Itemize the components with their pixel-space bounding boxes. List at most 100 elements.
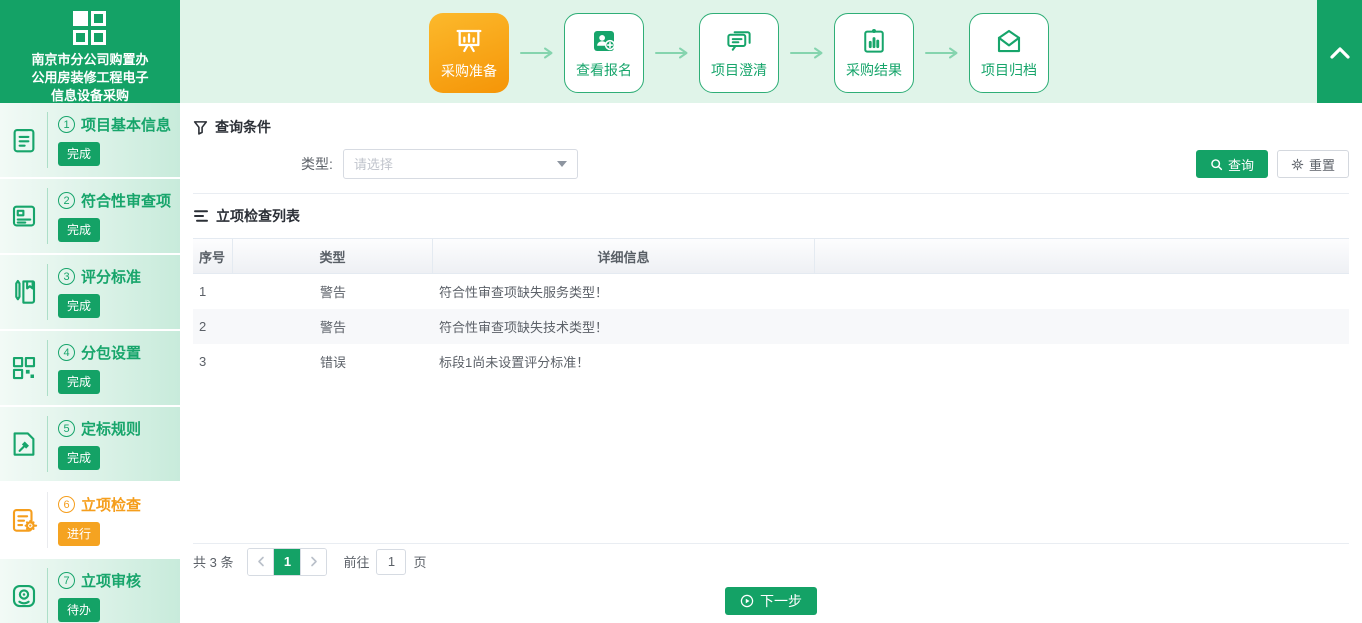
- table-row[interactable]: 1 警告 符合性审查项缺失服务类型！: [193, 274, 1349, 309]
- sidebar-item-project-check[interactable]: 6 立项检查 进行: [0, 483, 180, 557]
- status-badge: 完成: [58, 294, 100, 318]
- step-project-clarify[interactable]: 项目澄清: [699, 13, 779, 93]
- person-add-icon: [589, 26, 619, 56]
- list-section-title: 立项检查列表: [216, 206, 300, 226]
- collapse-header-button[interactable]: [1317, 0, 1362, 103]
- project-title: 南京市分公司购置办 公用房装修工程电子 信息设备采购: [0, 51, 180, 105]
- gear-icon: [1291, 158, 1304, 171]
- sidebar-item-package-settings[interactable]: 4 分包设置 完成: [0, 331, 180, 405]
- step-view-registration[interactable]: 查看报名: [564, 13, 644, 93]
- goto-label: 前往: [343, 552, 369, 571]
- table-row[interactable]: 3 错误 标段1尚未设置评分标准！: [193, 344, 1349, 379]
- cell-type: 警告: [233, 274, 433, 309]
- column-header-empty: [815, 239, 1349, 273]
- step-project-archive[interactable]: 项目归档: [969, 13, 1049, 93]
- step-number: 1: [58, 116, 75, 133]
- step-number: 2: [58, 192, 75, 209]
- sidebar-item-label: 立项审核: [81, 570, 141, 591]
- cell-no: 3: [193, 344, 233, 379]
- arrow-right-icon: [509, 46, 564, 60]
- cell-detail: 标段1尚未设置评分标准！: [433, 344, 815, 379]
- prev-page-button[interactable]: [248, 549, 274, 575]
- step-number: 6: [58, 496, 75, 513]
- check-list-section: 立项检查列表 序号 类型 详细信息 1 警告 符合性审查项缺失服务类型！: [193, 194, 1349, 579]
- qr-grid-icon: [0, 353, 47, 383]
- next-page-button[interactable]: [300, 549, 326, 575]
- column-header-detail: 详细信息: [433, 239, 815, 273]
- status-badge: 完成: [58, 142, 100, 166]
- chevron-up-icon: [1329, 44, 1351, 60]
- next-step-button[interactable]: 下一步: [725, 587, 817, 615]
- cell-detail: 符合性审查项缺失服务类型！: [433, 274, 815, 309]
- cell-no: 2: [193, 309, 233, 344]
- table-empty-area: [193, 379, 1349, 543]
- process-stepper-bar: 采购准备: [180, 0, 1362, 103]
- status-badge: 完成: [58, 218, 100, 242]
- step-procure-prepare[interactable]: 采购准备: [429, 13, 509, 93]
- step-number: 5: [58, 420, 75, 437]
- check-table: 序号 类型 详细信息 1 警告 符合性审查项缺失服务类型！ 2 警告: [193, 238, 1349, 379]
- sidebar-item-label: 符合性审查项: [81, 190, 171, 211]
- arrow-right-icon: [644, 46, 699, 60]
- sidebar-item-label: 立项检查: [81, 494, 141, 515]
- type-select[interactable]: [343, 149, 578, 179]
- sidebar-item-compliance-review[interactable]: 2 符合性审查项 完成: [0, 179, 180, 253]
- chevron-down-icon: [557, 161, 567, 167]
- clipboard-gear-icon: [0, 505, 47, 535]
- play-circle-icon: [740, 594, 754, 608]
- pen-notebook-icon: [0, 277, 47, 307]
- gavel-doc-icon: [0, 429, 47, 459]
- cell-detail: 符合性审查项缺失技术类型！: [433, 309, 815, 344]
- app-window: 南京市分公司购置办 公用房装修工程电子 信息设备采购 1 项目基本信息 完成: [0, 0, 1362, 623]
- sidebar-item-label: 项目基本信息: [81, 114, 171, 135]
- sidebar-item-award-rules[interactable]: 5 定标规则 完成: [0, 407, 180, 481]
- main-content: 查询条件 类型:: [180, 103, 1362, 623]
- cell-no: 1: [193, 274, 233, 309]
- footer-action-bar: 下一步: [193, 579, 1349, 623]
- webcam-icon: [0, 581, 47, 611]
- step-label: 查看报名: [576, 60, 632, 80]
- sidebar-item-label: 分包设置: [81, 342, 141, 363]
- table-row[interactable]: 2 警告 符合性审查项缺失技术类型！: [193, 309, 1349, 344]
- page-unit-label: 页: [413, 552, 426, 571]
- sidebar-item-label: 评分标准: [81, 266, 141, 287]
- envelope-icon: [994, 26, 1024, 56]
- id-card-icon: [0, 201, 47, 231]
- column-header-type: 类型: [233, 239, 433, 273]
- sidebar-item-project-audit[interactable]: 7 立项审核 待办: [0, 559, 180, 623]
- clipboard-icon: [0, 125, 47, 155]
- reset-button[interactable]: 重置: [1277, 150, 1349, 178]
- status-badge: 完成: [58, 370, 100, 394]
- funnel-icon: [193, 120, 208, 135]
- status-badge: 完成: [58, 446, 100, 470]
- filter-section: 查询条件 类型:: [193, 103, 1349, 179]
- sidebar-item-label: 定标规则: [81, 418, 141, 439]
- step-label: 项目归档: [981, 60, 1037, 80]
- search-icon: [1210, 158, 1223, 171]
- page-number-button[interactable]: 1: [274, 549, 300, 575]
- step-label: 采购准备: [441, 61, 497, 81]
- clipboard-chart-icon: [859, 26, 889, 56]
- arrow-right-icon: [914, 46, 969, 60]
- total-count-text: 共 3 条: [193, 552, 233, 571]
- column-header-no: 序号: [193, 239, 233, 273]
- arrow-right-icon: [779, 46, 834, 60]
- sidebar: 南京市分公司购置办 公用房装修工程电子 信息设备采购 1 项目基本信息 完成: [0, 0, 180, 623]
- sidebar-item-scoring-standard[interactable]: 3 评分标准 完成: [0, 255, 180, 329]
- grid-squares-icon: [0, 8, 180, 48]
- sidebar-item-project-basic-info[interactable]: 1 项目基本信息 完成: [0, 103, 180, 177]
- table-header-row: 序号 类型 详细信息: [193, 238, 1349, 274]
- pagination-bar: 共 3 条 1 前往: [193, 543, 1349, 579]
- goto-page-input[interactable]: [376, 549, 406, 575]
- status-badge: 进行: [58, 522, 100, 546]
- step-procure-result[interactable]: 采购结果: [834, 13, 914, 93]
- cell-type: 警告: [233, 309, 433, 344]
- pager: 1: [247, 548, 327, 576]
- step-number: 4: [58, 344, 75, 361]
- step-number: 7: [58, 572, 75, 589]
- step-label: 采购结果: [846, 60, 902, 80]
- search-button[interactable]: 查询: [1196, 150, 1268, 178]
- filter-section-title: 查询条件: [215, 117, 271, 137]
- type-select-input[interactable]: [344, 157, 557, 172]
- type-label: 类型:: [301, 154, 333, 174]
